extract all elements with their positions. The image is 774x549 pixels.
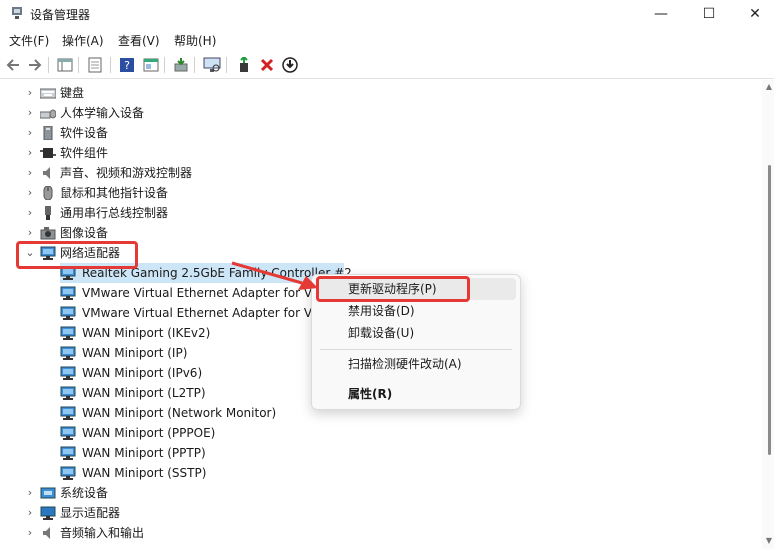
help-icon[interactable]: ?	[118, 56, 136, 74]
toolbar: ?	[0, 52, 774, 79]
network-adapter-icon	[60, 326, 76, 340]
device-manager-icon	[12, 7, 22, 19]
chevron-right-icon[interactable]: ›	[24, 163, 36, 183]
close-button[interactable]: ✕	[732, 0, 774, 28]
network-adapter-icon	[60, 346, 76, 360]
chevron-right-icon[interactable]: ›	[24, 503, 36, 523]
network-adapter-icon	[60, 426, 76, 440]
mouse-icon	[43, 186, 53, 200]
menu-view[interactable]: 查看(V)	[118, 32, 160, 49]
menu-bar: 文件(F) 操作(A) 查看(V) 帮助(H)	[0, 30, 774, 50]
chevron-right-icon[interactable]: ›	[24, 203, 36, 223]
menu-help[interactable]: 帮助(H)	[174, 32, 216, 49]
network-adapter-icon	[60, 466, 76, 480]
view-window-icon[interactable]	[142, 56, 160, 74]
network-adapter-icon	[60, 406, 76, 420]
update-driver-toolbar-icon[interactable]	[172, 56, 190, 74]
scan-hardware-icon[interactable]	[203, 56, 221, 74]
menu-separator	[320, 349, 512, 350]
menu-file[interactable]: 文件(F)	[9, 32, 49, 49]
menu-item-properties[interactable]: 属性(R)	[316, 383, 516, 405]
menu-action[interactable]: 操作(A)	[62, 32, 104, 49]
scrollbar-thumb[interactable]	[768, 165, 771, 455]
system-device-icon	[40, 487, 56, 499]
highlight-network-adapters	[16, 241, 138, 269]
menu-item-disable-device[interactable]: 禁用设备(D)	[316, 300, 516, 322]
audio-io-icon	[43, 527, 50, 539]
chevron-right-icon[interactable]: ›	[24, 143, 36, 163]
show-hide-console-tree-icon[interactable]	[56, 56, 74, 74]
menu-item-uninstall-device[interactable]: 卸载设备(U)	[316, 322, 516, 344]
highlight-update-driver	[316, 276, 470, 302]
chevron-right-icon[interactable]: ›	[24, 523, 36, 543]
back-icon[interactable]	[4, 56, 22, 74]
menu-item-scan-hardware[interactable]: 扫描检测硬件改动(A)	[316, 353, 516, 375]
title-bar: 设备管理器 — ☐ ✕	[0, 0, 774, 28]
chevron-right-icon[interactable]: ›	[24, 83, 36, 103]
display-adapter-icon	[40, 506, 56, 520]
usb-icon	[45, 206, 51, 220]
disable-device-icon[interactable]	[281, 56, 299, 74]
speaker-icon	[43, 167, 50, 179]
chevron-right-icon[interactable]: ›	[24, 223, 36, 243]
network-adapter-icon	[60, 306, 76, 320]
uninstall-device-icon[interactable]	[258, 56, 276, 74]
network-adapter-icon	[60, 286, 76, 300]
scroll-down-icon[interactable]: ▼	[766, 536, 772, 545]
properties-sheet-icon[interactable]	[86, 56, 104, 74]
chevron-right-icon[interactable]: ›	[24, 103, 36, 123]
software-device-icon	[43, 126, 53, 140]
forward-icon[interactable]	[26, 56, 44, 74]
network-adapter-icon	[60, 446, 76, 460]
chevron-right-icon[interactable]: ›	[24, 483, 36, 503]
window-title: 设备管理器	[30, 8, 91, 22]
minimize-button[interactable]: —	[638, 0, 684, 28]
enable-device-icon[interactable]	[235, 56, 253, 74]
svg-text:?: ?	[124, 59, 130, 72]
network-adapter-icon	[60, 386, 76, 400]
hid-icon	[40, 109, 56, 119]
maximize-button[interactable]: ☐	[686, 0, 732, 28]
keyboard-icon	[40, 88, 56, 99]
chevron-right-icon[interactable]: ›	[24, 123, 36, 143]
network-adapter-icon	[60, 366, 76, 380]
scroll-up-icon[interactable]: ▲	[766, 82, 772, 91]
camera-icon	[40, 227, 56, 240]
software-component-icon	[40, 148, 56, 158]
chevron-right-icon[interactable]: ›	[24, 183, 36, 203]
